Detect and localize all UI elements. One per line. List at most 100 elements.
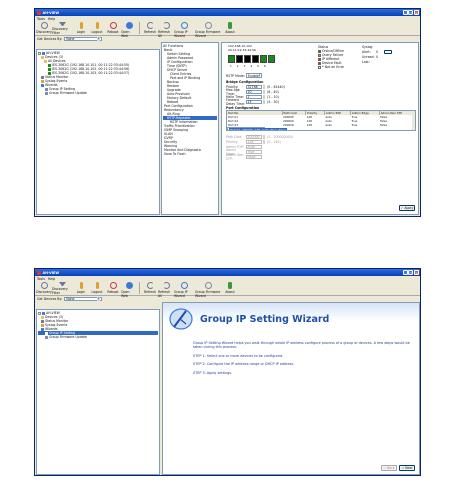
title-bar: AH-VIEW _ □ ×	[35, 9, 420, 16]
table-row[interactable]: Port 04 200000 128 Auto True False	[227, 127, 287, 131]
bridge-field-input[interactable]: 15	[246, 99, 262, 104]
discovery-filter-button[interactable]: Discovery Filter	[52, 21, 73, 35]
search-icon	[40, 22, 48, 29]
logout-icon	[95, 282, 99, 289]
port-field-input[interactable]: 128	[246, 139, 262, 144]
device-filter-select[interactable]: None ▾	[64, 296, 103, 302]
folder-icon	[41, 315, 44, 319]
menu-help[interactable]: Help	[48, 17, 55, 21]
port-6-icon[interactable]	[268, 55, 275, 63]
port-config-table[interactable]: Port No. Path Cost Priority Admin P2P Admin …	[226, 110, 416, 131]
discovery-button[interactable]: Discovery	[36, 281, 52, 294]
table-cell: True	[269, 127, 278, 131]
status-legend: Status Online/Offline Query Failure IP dif…	[318, 45, 356, 69]
rstp-panel: 192.168.10.102 00:11:22:33:44:56 123456 S…	[221, 42, 419, 215]
next-button[interactable]: ⇨ Next	[399, 465, 415, 471]
table-cell: 200000	[241, 127, 254, 131]
menu-help[interactable]: Help	[48, 277, 55, 281]
filter-icon	[59, 282, 66, 286]
open-web-button[interactable]: Open Web	[121, 281, 137, 298]
login-button[interactable]: Login	[73, 21, 89, 34]
logout-button[interactable]: Logout	[89, 281, 105, 294]
device-tree: AH-VIEW Devices (3) Status Monitor Syslo…	[36, 309, 160, 475]
port-field-input[interactable]: 200000	[246, 134, 262, 139]
bridge-field-input[interactable]: 20	[246, 89, 262, 94]
port-field-label: Priority:	[226, 139, 239, 144]
group-firmware-wizard-button[interactable]: Group Firmware Wizard	[195, 281, 222, 298]
logout-button[interactable]: Logout	[89, 21, 105, 34]
table-cell: Port 04	[229, 127, 241, 131]
minimize-button[interactable]: _	[402, 10, 408, 15]
refresh-all-button[interactable]: Refresh All	[158, 281, 174, 298]
rstp-mode-select[interactable]: Enable ▾	[246, 73, 262, 78]
port-field-hint: (0 - 240)	[267, 139, 281, 144]
globe-icon	[125, 22, 133, 29]
rstp-mode-label: RSTP Mode:	[226, 73, 245, 78]
device-filter-select[interactable]: None ▾	[64, 36, 103, 42]
about-button[interactable]: About	[222, 21, 238, 34]
port-field-input[interactable]: Auto	[246, 144, 262, 149]
table-scrollbar[interactable]	[412, 111, 415, 130]
table-cell: Auto	[325, 123, 332, 127]
login-button[interactable]: Login	[73, 281, 89, 294]
syslog-clear-button[interactable]	[384, 49, 393, 54]
globe-icon	[125, 282, 133, 289]
spinner-icon[interactable]	[262, 99, 265, 104]
spinner-icon[interactable]	[262, 134, 265, 139]
refresh-all-button[interactable]: Refresh All	[158, 21, 174, 38]
group-ip-wizard-button[interactable]: Group IP Wizard	[174, 21, 195, 38]
group-firmware-wizard-button[interactable]: Group Firmware Wizard	[195, 21, 222, 38]
tree-wizard-item[interactable]: Group Firmware Update	[38, 335, 158, 339]
refresh-button[interactable]: Refresh	[142, 281, 158, 294]
close-button[interactable]: ×	[414, 270, 419, 275]
port-field-input[interactable]: True	[246, 149, 262, 154]
about-button[interactable]: About	[222, 281, 238, 294]
refresh-button[interactable]: Refresh	[142, 21, 158, 34]
wizard-step-3: STEP 3: Apply settings.	[193, 370, 233, 375]
login-icon	[79, 282, 83, 289]
port-2-icon[interactable]	[236, 55, 243, 63]
discovery-filter-button[interactable]: Discovery Filter	[52, 281, 73, 295]
spinner-icon[interactable]	[262, 84, 265, 89]
reboot-button[interactable]: Reboot	[105, 281, 121, 294]
maximize-button[interactable]: □	[408, 270, 414, 275]
tree-wizard-item[interactable]: Group Firmware Update	[38, 91, 158, 95]
legend-item: * Not an Error	[318, 65, 356, 69]
spinner-icon[interactable]	[262, 89, 265, 94]
wizard-icon	[41, 83, 44, 87]
port-3-icon[interactable]	[244, 55, 251, 63]
bridge-field-input[interactable]: 2	[246, 94, 262, 99]
table-cell: Auto	[261, 127, 270, 131]
menu-tools[interactable]: Tools	[37, 277, 45, 281]
wizard-step-1: STEP 1: Select one or more devices to be…	[193, 353, 284, 358]
port-1-icon[interactable]	[228, 55, 235, 63]
port-5-icon[interactable]	[260, 55, 267, 63]
minimize-button[interactable]: _	[402, 270, 408, 275]
app-logo-icon	[37, 270, 41, 275]
discovery-button[interactable]: Discovery	[36, 21, 52, 34]
back-button[interactable]: ⇦ Back	[381, 465, 397, 471]
wizard-body: Group IP Setting Wizard helps you walk t…	[193, 341, 413, 375]
apply-button[interactable]: ✓ Apply	[399, 205, 415, 211]
chevron-down-icon: ▾	[258, 73, 261, 78]
spinner-icon[interactable]	[262, 94, 265, 99]
bridge-field-input[interactable]: 32768	[246, 84, 262, 89]
port-field-input[interactable]: False	[246, 154, 262, 159]
reboot-icon	[109, 22, 117, 29]
menu-tools[interactable]: Tools	[37, 17, 45, 21]
reboot-button[interactable]: Reboot	[105, 21, 121, 34]
function-item[interactable]: Save To Flash	[163, 152, 217, 156]
table-cell: 128	[253, 127, 262, 131]
refresh-icon	[146, 22, 154, 29]
group-ip-wizard-button[interactable]: Group IP Wizard	[174, 281, 195, 298]
maximize-button[interactable]: □	[408, 10, 414, 15]
spinner-icon[interactable]	[262, 139, 265, 144]
gear-icon	[45, 331, 48, 335]
table-cell: False	[380, 123, 388, 127]
rstp-form: RSTP Mode: Enable ▾ Bridge Configuration …	[226, 73, 416, 161]
open-web-button[interactable]: Open Web	[121, 21, 137, 38]
port-field-value: Auto	[247, 144, 255, 149]
port-4-icon[interactable]	[252, 55, 259, 63]
close-button[interactable]: ×	[414, 10, 419, 15]
bridge-field-value: 15	[247, 99, 252, 104]
